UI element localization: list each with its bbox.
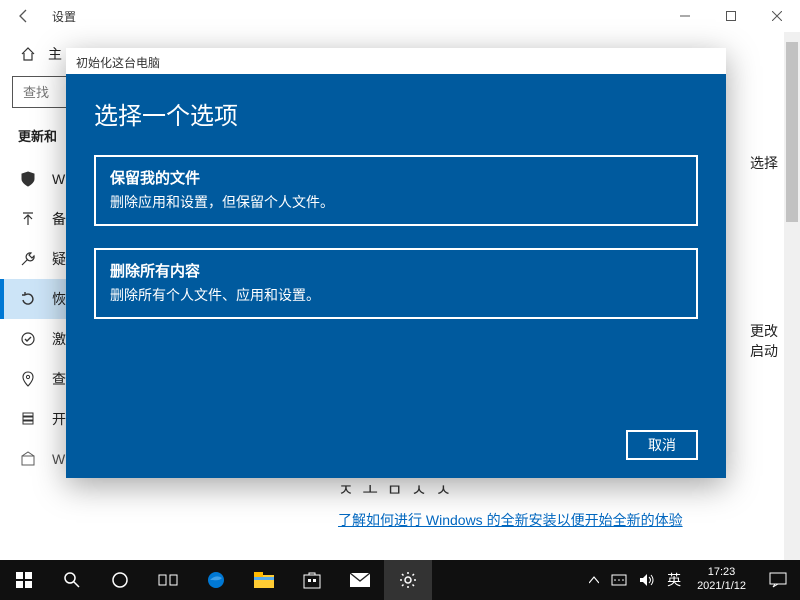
action-center-button[interactable]: [756, 560, 800, 600]
sidebar-item-label: 激: [52, 329, 66, 349]
dialog-heading: 选择一个选项: [94, 96, 698, 131]
option-title: 删除所有内容: [110, 260, 682, 281]
ime-indicator-icon[interactable]: [605, 572, 633, 588]
taskbar-clock[interactable]: 17:23 2021/1/12: [687, 566, 756, 594]
search-button[interactable]: [48, 560, 96, 600]
cancel-button[interactable]: 取消: [626, 430, 698, 460]
sidebar-item-label: 备: [52, 209, 66, 229]
vertical-scrollbar[interactable]: [784, 32, 800, 560]
sidebar-item-label: 疑: [52, 249, 66, 269]
clock-time: 17:23: [697, 566, 746, 580]
shield-icon: [18, 171, 38, 187]
option-description: 删除应用和设置，但保留个人文件。: [110, 192, 682, 212]
back-button[interactable]: [4, 0, 44, 32]
recovery-icon: [18, 291, 38, 307]
taskbar-app-mail[interactable]: [336, 560, 384, 600]
window-title: 设置: [52, 8, 76, 25]
maximize-button[interactable]: [708, 0, 754, 32]
scrollbar-thumb[interactable]: [786, 42, 798, 222]
option-keep-my-files[interactable]: 保留我的文件 删除应用和设置，但保留个人文件。: [94, 155, 698, 226]
close-button[interactable]: [754, 0, 800, 32]
ime-language-label[interactable]: 英: [661, 570, 687, 590]
developer-icon: [18, 411, 38, 427]
settings-titlebar: 设置: [0, 0, 800, 32]
minimize-button[interactable]: [662, 0, 708, 32]
taskbar: 英 17:23 2021/1/12: [0, 560, 800, 600]
clock-date: 2021/1/12: [697, 580, 746, 594]
taskbar-app-store[interactable]: [288, 560, 336, 600]
taskbar-app-settings[interactable]: [384, 560, 432, 600]
sidebar-item-label: 查: [52, 369, 66, 389]
sidebar-item-label: 恢: [52, 289, 66, 309]
volume-icon[interactable]: [633, 573, 661, 587]
start-button[interactable]: [0, 560, 48, 600]
system-tray: 英 17:23 2021/1/12: [583, 560, 800, 600]
tray-overflow-icon[interactable]: [583, 576, 605, 584]
taskbar-app-explorer[interactable]: [240, 560, 288, 600]
cortana-button[interactable]: [96, 560, 144, 600]
home-icon: [18, 46, 38, 62]
peek-text-1: 选择: [750, 152, 778, 174]
option-title: 保留我的文件: [110, 167, 682, 188]
dialog-title: 初始化这台电脑: [66, 48, 726, 74]
home-label: 主: [48, 44, 62, 64]
truncated-heading: ㅈ ㅗ ㅁ ㅅ ㅅ: [338, 476, 453, 501]
backup-icon: [18, 211, 38, 227]
troubleshoot-icon: [18, 251, 38, 267]
option-description: 删除所有个人文件、应用和设置。: [110, 285, 682, 305]
activation-icon: [18, 331, 38, 347]
sidebar-item-label: W: [52, 171, 65, 187]
insider-icon: [18, 451, 38, 467]
peek-text-3: 启动: [750, 340, 778, 362]
clean-install-link[interactable]: 了解如何进行 Windows 的全新安装以便开始全新的体验: [338, 510, 683, 530]
task-view-button[interactable]: [144, 560, 192, 600]
reset-pc-dialog: 初始化这台电脑 选择一个选项 保留我的文件 删除应用和设置，但保留个人文件。 删…: [66, 48, 726, 478]
option-remove-everything[interactable]: 删除所有内容 删除所有个人文件、应用和设置。: [94, 248, 698, 319]
taskbar-app-edge[interactable]: [192, 560, 240, 600]
findmydevice-icon: [18, 371, 38, 387]
